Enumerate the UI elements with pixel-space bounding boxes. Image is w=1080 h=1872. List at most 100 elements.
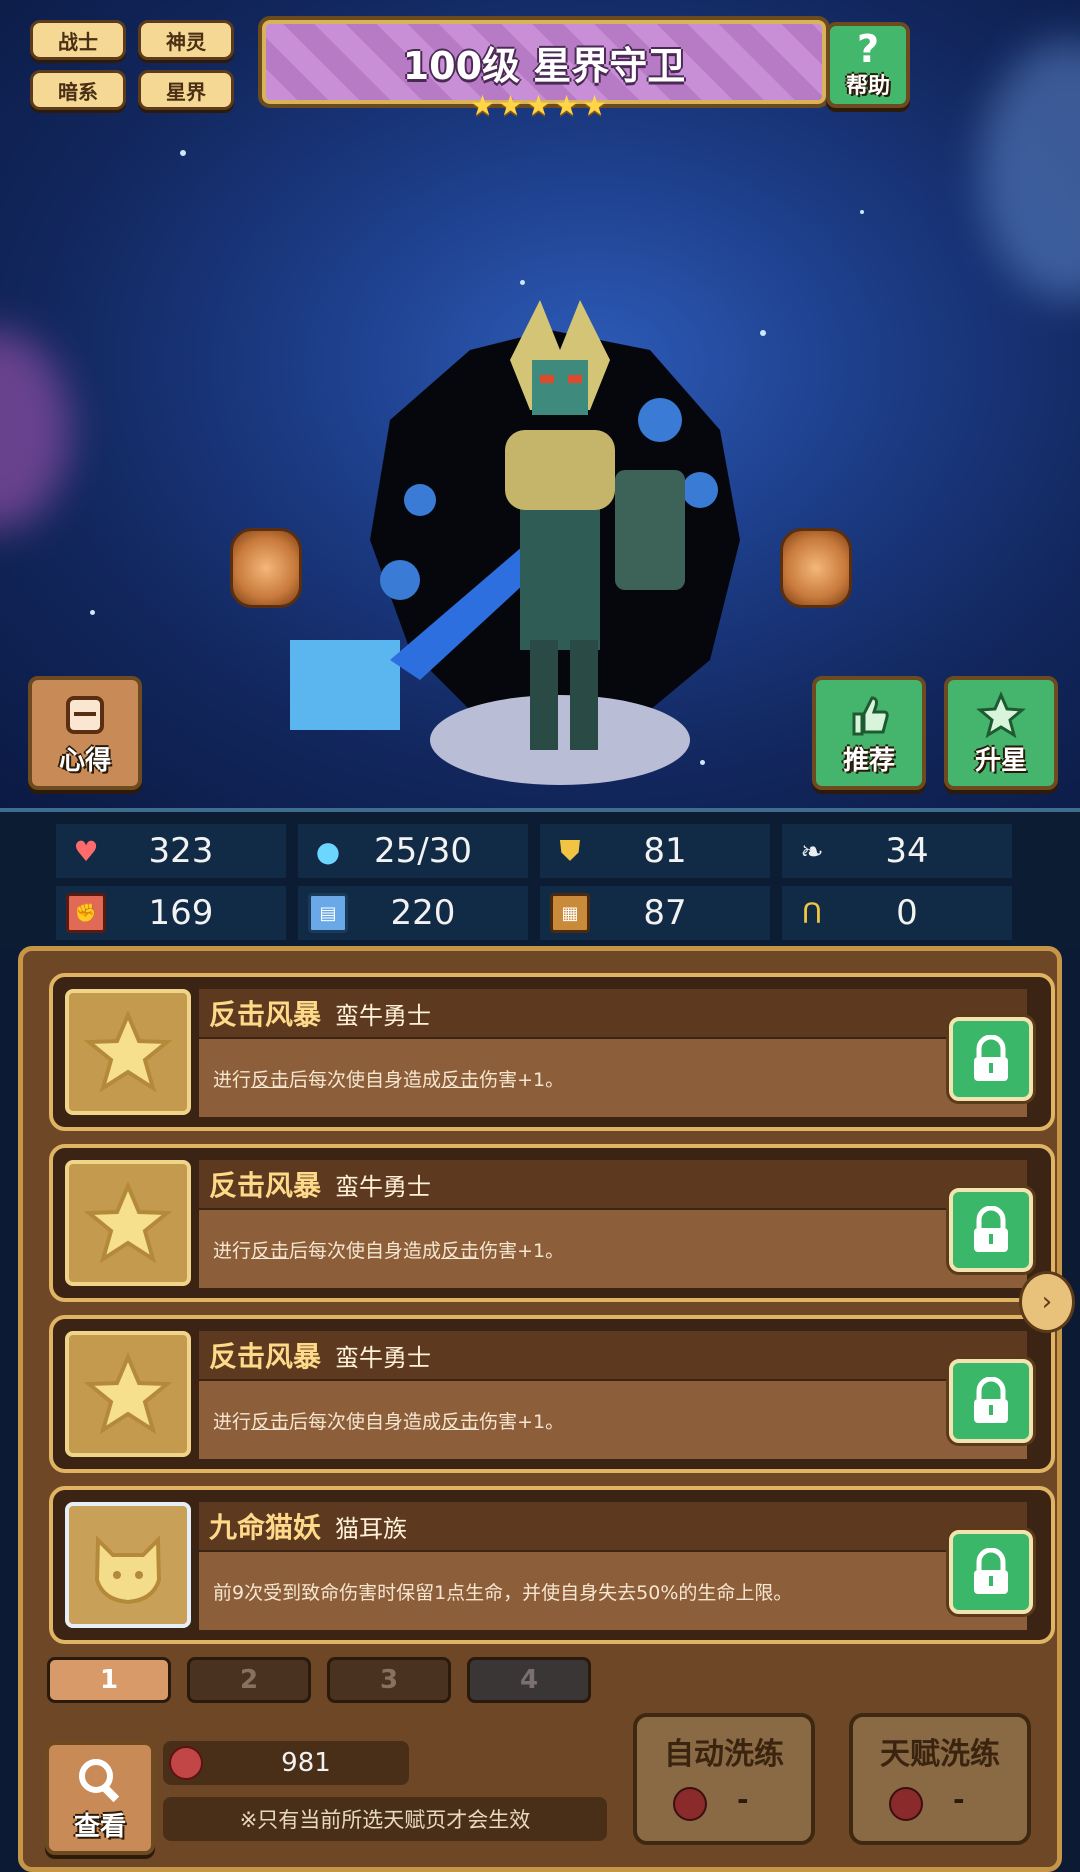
talent-race: 蛮牛勇士 (335, 1001, 432, 1030)
mana-drop-icon: ● (315, 834, 341, 868)
talent-name: 九命猫妖 (209, 1511, 322, 1544)
wing-icon: ❧ (800, 834, 824, 868)
fruit-icon (673, 1787, 707, 1821)
stat-attack: ✊ 169 (56, 886, 286, 940)
desc-text: 后每次使自身造成 (289, 1068, 442, 1091)
planet-right (980, 40, 1080, 300)
recommend-button[interactable]: 推荐 (812, 676, 926, 790)
help-label: 帮助 (845, 74, 890, 99)
help-button[interactable]: ? 帮助 (826, 22, 910, 108)
desc-text: 前9次受到致命伤害时保留1点生命，并使自身失去50%的生命上限。 (213, 1581, 793, 1604)
rating-star-icon: ★ (526, 89, 552, 122)
keyword-link[interactable]: 反击 (251, 1411, 289, 1433)
desc-text: 后每次使自身造成 (289, 1239, 442, 1262)
lock-icon (974, 1035, 1008, 1081)
fruit-counter: 981 (163, 1741, 409, 1785)
stats-bar: ♥ 323 ● 25/30 ⛊ 81 ❧ 34 ✊ 169 ▤ 220 ▦ 87… (0, 808, 1080, 950)
desc-text: 伤害+1。 (479, 1068, 565, 1091)
race-tag: 神灵 (138, 20, 234, 60)
talent-race: 猫耳族 (335, 1514, 408, 1543)
page-tab-2[interactable]: 2 (187, 1657, 311, 1703)
magic-armor-icon: ▦ (550, 893, 590, 933)
shield-icon: ⛊ (559, 834, 581, 867)
page-tab-4[interactable]: 4 (467, 1657, 591, 1703)
insight-button[interactable]: 心得 (28, 676, 142, 790)
lock-button[interactable] (949, 1530, 1033, 1614)
lock-button[interactable] (949, 1359, 1033, 1443)
faction-tag: 星界 (138, 70, 234, 110)
talent-race: 蛮牛勇士 (335, 1172, 432, 1201)
keyword-link[interactable]: 反击 (251, 1069, 289, 1091)
rating-star-icon: ★ (582, 89, 608, 122)
stat-hp: ♥ 323 (56, 824, 286, 878)
talent-refine-label: 天赋洗练 (880, 1737, 1000, 1772)
lock-button[interactable] (949, 1188, 1033, 1272)
desc-text: 进行 (213, 1068, 252, 1091)
talent-page-tabs: 1 2 3 4 (47, 1657, 591, 1703)
desc-text: 伤害+1。 (479, 1239, 565, 1262)
talent-card[interactable]: 反击风暴 蛮牛勇士 进行反击后每次使自身造成反击伤害+1。 (49, 1144, 1055, 1302)
stat-value: 81 (643, 831, 687, 871)
stat-speed: ❧ 34 (782, 824, 1012, 878)
view-label: 查看 (73, 1811, 126, 1842)
rating-star-icon: ★ (554, 89, 580, 122)
talent-card[interactable]: 反击风暴 蛮牛勇士 进行反击后每次使自身造成反击伤害+1。 (49, 1315, 1055, 1473)
stat-value: 220 (390, 893, 456, 933)
stat-mana: ● 25/30 (298, 824, 528, 878)
talent-refine-button[interactable]: 天赋洗练 - (849, 1713, 1031, 1845)
stat-value: 323 (148, 831, 214, 871)
talent-header: 反击风暴 蛮牛勇士 (199, 1160, 1027, 1208)
star-sparkle (860, 210, 864, 214)
lock-icon (974, 1206, 1008, 1252)
keyword-link[interactable]: 反击 (441, 1069, 479, 1091)
hero-scene: 战士 神灵 暗系 星界 100级 星界守卫 ★ ★ ★ ★ ★ ? 帮助 心得 … (0, 0, 1080, 808)
talent-header: 九命猫妖 猫耳族 (199, 1502, 1027, 1550)
lock-button[interactable] (949, 1017, 1033, 1101)
talent-card[interactable]: 反击风暴 蛮牛勇士 进行反击后每次使自身造成反击伤害+1。 (49, 973, 1055, 1131)
star-icon (83, 1351, 173, 1435)
class-tag: 战士 (30, 20, 126, 60)
rotate-right-button[interactable] (780, 528, 852, 608)
upgrade-star-button[interactable]: 升星 (944, 676, 1058, 790)
talent-header: 反击风暴 蛮牛勇士 (199, 989, 1027, 1037)
notice-text: ※只有当前所选天赋页才会生效 (163, 1797, 607, 1841)
page-tab-3[interactable]: 3 (327, 1657, 451, 1703)
stat-value: 34 (885, 831, 929, 871)
star-icon (83, 1009, 173, 1093)
upgrade-star-label: 升星 (974, 745, 1027, 776)
fruit-icon (889, 1787, 923, 1821)
star-icon (83, 1180, 173, 1264)
star-rating: ★ ★ ★ ★ ★ (470, 89, 608, 122)
auto-refine-button[interactable]: 自动洗练 - (633, 1713, 815, 1845)
desc-text: 伤害+1。 (479, 1410, 565, 1433)
talent-name: 反击风暴 (209, 998, 322, 1031)
view-button[interactable]: 查看 (45, 1741, 155, 1855)
element-tag: 暗系 (30, 70, 126, 110)
keyword-link[interactable]: 反击 (441, 1240, 479, 1262)
stat-value: 87 (643, 893, 687, 933)
stat-magic-armor: ▦ 87 (540, 886, 770, 940)
keyword-link[interactable]: 反击 (251, 1240, 289, 1262)
heart-icon: ♥ (73, 834, 99, 868)
keyword-link[interactable]: 反击 (441, 1411, 479, 1433)
book-icon: ▤ (308, 893, 348, 933)
talent-race: 蛮牛勇士 (335, 1343, 432, 1372)
talent-name: 反击风暴 (209, 1340, 322, 1373)
talent-card[interactable]: 九命猫妖 猫耳族 前9次受到致命伤害时保留1点生命，并使自身失去50%的生命上限… (49, 1486, 1055, 1644)
scroll-icon (66, 695, 104, 734)
star-up-icon (976, 690, 1026, 738)
auto-refine-label: 自动洗练 (664, 1737, 784, 1772)
talent-header: 反击风暴 蛮牛勇士 (199, 1331, 1027, 1379)
chevron-right-icon[interactable]: › (1019, 1271, 1075, 1333)
talent-icon-slot (65, 1160, 191, 1286)
insight-label: 心得 (58, 745, 111, 776)
rotate-left-button[interactable] (230, 528, 302, 608)
hero-title: 100级 星界守卫 (402, 43, 686, 88)
planet-left (0, 330, 70, 530)
talent-icon-slot (65, 1331, 191, 1457)
talent-description: 进行反击后每次使自身造成反击伤害+1。 (199, 1039, 1027, 1117)
hero-sprite (290, 300, 740, 785)
talent-icon-slot (65, 1502, 191, 1628)
page-tab-1[interactable]: 1 (47, 1657, 171, 1703)
stat-value: 25/30 (374, 831, 472, 871)
